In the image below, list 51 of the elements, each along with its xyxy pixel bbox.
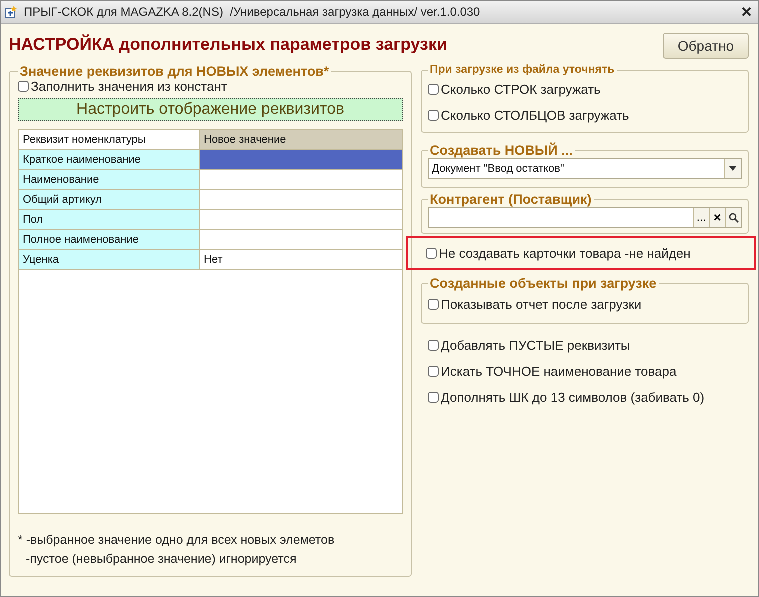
group-title: При загрузке из файла уточнять — [429, 64, 616, 76]
table-row[interactable]: Наименование — [19, 170, 402, 190]
caret-icon — [729, 166, 737, 171]
checkbox[interactable] — [18, 81, 29, 92]
table-row[interactable]: Уценка Нет — [19, 250, 402, 270]
form-title: НАСТРОЙКА дополнительных параметров загрузки — [9, 35, 448, 55]
counterparty-field[interactable]: ... × — [428, 207, 742, 228]
clear-button[interactable]: × — [709, 208, 725, 227]
group-title: Значение реквизитов для НОВЫХ элементов* — [19, 64, 330, 79]
checkbox-label[interactable]: Не создавать карточки товара -не найден — [439, 246, 691, 260]
table-cell: Уценка — [19, 250, 200, 269]
footnote: * -выбранное значение одно для всех новых элеметов — [18, 533, 336, 547]
checkbox[interactable] — [428, 298, 439, 310]
checkbox[interactable] — [428, 392, 439, 402]
table-cell: Общий артикул — [19, 190, 200, 209]
table-cell: Полное наименование — [19, 230, 200, 249]
checkbox-label[interactable]: Показывать отчет после загрузки — [441, 296, 642, 312]
group-title: Созданные объекты при загрузке — [429, 276, 658, 291]
app-icon — [5, 5, 19, 19]
dropdown-value: Документ "Ввод остатков" — [431, 162, 566, 176]
checkbox[interactable] — [428, 84, 439, 94]
close-button[interactable]: × — [741, 3, 752, 21]
checkbox-label[interactable]: Заполнить значения из констант — [31, 79, 228, 94]
dropdown-button[interactable] — [724, 159, 741, 178]
configure-button[interactable]: Настроить отображение реквизитов — [18, 98, 403, 121]
table-row[interactable]: Пол — [19, 210, 402, 230]
group-title: Создавать НОВЫЙ ... — [429, 143, 574, 158]
checkbox-label[interactable]: Дополнять ШК до 13 символов (забивать 0) — [441, 390, 705, 404]
checkbox[interactable] — [428, 340, 439, 350]
table-row[interactable]: Полное наименование — [19, 230, 402, 250]
window-title: ПРЫГ-СКОК для MAGAZKA 8.2(NS) /Универсальная загрузка данных/ ver.1.0.030 — [24, 5, 482, 19]
checkbox[interactable] — [428, 110, 439, 120]
checkbox[interactable] — [426, 248, 437, 258]
back-button[interactable]: Обратно — [662, 33, 749, 59]
search-button[interactable] — [725, 208, 741, 227]
table-cell: Пол — [19, 210, 200, 229]
checkbox-label[interactable]: Искать ТОЧНОЕ наименование товара — [441, 364, 677, 378]
checkbox-label[interactable]: Добавлять ПУСТЫЕ реквизиты — [441, 338, 630, 352]
dropdown-field[interactable]: Документ "Ввод остатков" — [428, 158, 742, 179]
checkbox-label[interactable]: Сколько СТРОК загружать — [441, 82, 601, 96]
checkbox[interactable] — [428, 366, 439, 376]
select-button[interactable]: ... — [693, 208, 709, 227]
table-cell: Краткое наименование — [19, 150, 200, 169]
table-row[interactable]: Общий артикул — [19, 190, 402, 210]
table-cell-text: Нет — [203, 252, 224, 268]
search-icon — [728, 212, 738, 222]
group-title: Контрагент (Поставщик) — [429, 192, 593, 207]
checkbox-label[interactable]: Сколько СТОЛБЦОВ загружать — [441, 108, 630, 122]
footnote: -пустое (невыбранное значение) игнорируется — [25, 552, 298, 566]
table-cell: Наименование — [19, 170, 200, 189]
column-header[interactable]: Новое значение — [200, 130, 402, 149]
